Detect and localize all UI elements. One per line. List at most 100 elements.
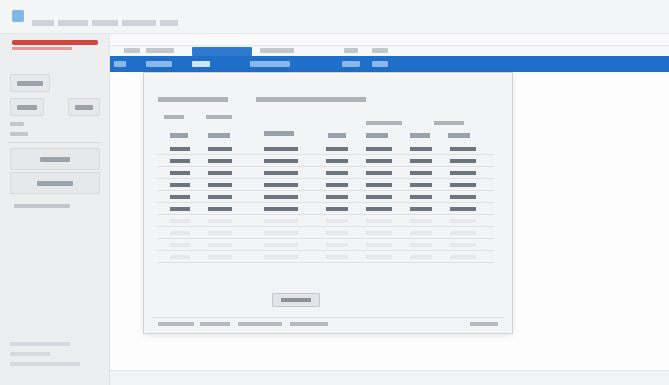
table-cell [264, 219, 298, 223]
menu-item-5[interactable] [344, 48, 358, 53]
ribbon-tab-bar [110, 56, 669, 72]
table-row[interactable] [158, 143, 494, 155]
dialog-subtitle [256, 97, 366, 102]
table-cell [264, 159, 298, 163]
sidebar-button-3[interactable] [68, 98, 100, 116]
group-header [206, 115, 232, 119]
table-row[interactable] [158, 179, 494, 191]
table-row[interactable] [158, 191, 494, 203]
table-cell [326, 147, 348, 151]
menu-item-1[interactable] [124, 48, 140, 53]
table-cell [366, 159, 392, 163]
sidebar-text [10, 122, 24, 126]
table-cell [366, 171, 392, 175]
table-cell [366, 231, 392, 235]
table-cell [326, 171, 348, 175]
sidebar-button-1[interactable] [10, 74, 50, 92]
table-row[interactable] [158, 227, 494, 239]
table-row[interactable] [158, 203, 494, 215]
table-cell [170, 243, 190, 247]
ribbon-tab-1[interactable] [114, 61, 126, 67]
ok-button[interactable] [272, 293, 320, 307]
sidebar-button-4[interactable] [10, 148, 100, 170]
ribbon-tab-5[interactable] [342, 61, 360, 67]
sidebar-button-2[interactable] [10, 98, 44, 116]
table-cell [326, 243, 348, 247]
column-header [208, 133, 230, 138]
table-cell [264, 171, 298, 175]
status-bar [110, 370, 669, 385]
ribbon-tab-2[interactable] [146, 61, 172, 67]
table-cell [366, 147, 392, 151]
table-cell [208, 231, 232, 235]
table-cell [170, 207, 190, 211]
table-cell [366, 255, 392, 259]
table-cell [410, 183, 432, 187]
table-cell [410, 243, 432, 247]
table-cell [326, 195, 348, 199]
menu-item-4[interactable] [260, 48, 294, 53]
table-cell [264, 195, 298, 199]
table-cell [208, 171, 232, 175]
sidebar-button-label [37, 181, 73, 186]
column-header [366, 133, 388, 138]
table-cell [410, 195, 432, 199]
sidebar-button-label [40, 157, 70, 162]
window-title [32, 12, 202, 26]
column-header [264, 131, 294, 136]
menu-item-2[interactable] [146, 48, 174, 53]
dialog [143, 72, 513, 334]
table-row[interactable] [158, 215, 494, 227]
brand-logo [12, 40, 100, 50]
table-cell [410, 231, 432, 235]
ribbon-tab-3[interactable] [192, 61, 210, 67]
table-cell [366, 183, 392, 187]
sidebar [0, 34, 110, 385]
group-header [366, 121, 402, 125]
table-cell [326, 255, 348, 259]
menu-item-3[interactable] [192, 47, 252, 56]
table-cell [326, 207, 348, 211]
table-cell [366, 219, 392, 223]
sidebar-button-label [17, 105, 37, 110]
table-cell [366, 207, 392, 211]
group-header [434, 121, 464, 125]
table-cell [450, 219, 476, 223]
table-cell [326, 159, 348, 163]
table-cell [264, 183, 298, 187]
table-cell [366, 243, 392, 247]
sidebar-button-5[interactable] [10, 172, 100, 194]
table-row[interactable] [158, 155, 494, 167]
column-header [410, 133, 430, 138]
table-row[interactable] [158, 167, 494, 179]
column-header [170, 133, 188, 138]
table-cell [410, 159, 432, 163]
table-cell [208, 243, 232, 247]
table-cell [326, 231, 348, 235]
sidebar-button-label [17, 81, 43, 86]
ribbon-tab-4[interactable] [250, 61, 290, 67]
table-cell [170, 255, 190, 259]
menu-item-6[interactable] [372, 48, 388, 53]
table-cell [170, 171, 190, 175]
status-text [158, 322, 194, 326]
table-cell [450, 195, 476, 199]
table-row[interactable] [158, 239, 494, 251]
status-text [200, 322, 230, 326]
status-text [290, 322, 328, 326]
table-cell [450, 231, 476, 235]
table-cell [170, 219, 190, 223]
ok-button-label [281, 298, 311, 302]
ribbon-tab-6[interactable] [372, 61, 388, 67]
table-cell [326, 219, 348, 223]
dialog-status-bar [152, 317, 504, 327]
status-text [470, 322, 498, 326]
table-cell [450, 255, 476, 259]
table-row[interactable] [158, 251, 494, 263]
table-cell [450, 171, 476, 175]
table-cell [208, 195, 232, 199]
table-cell [170, 195, 190, 199]
sidebar-button-label [75, 105, 93, 110]
table-cell [264, 207, 298, 211]
dialog-title [158, 97, 228, 102]
